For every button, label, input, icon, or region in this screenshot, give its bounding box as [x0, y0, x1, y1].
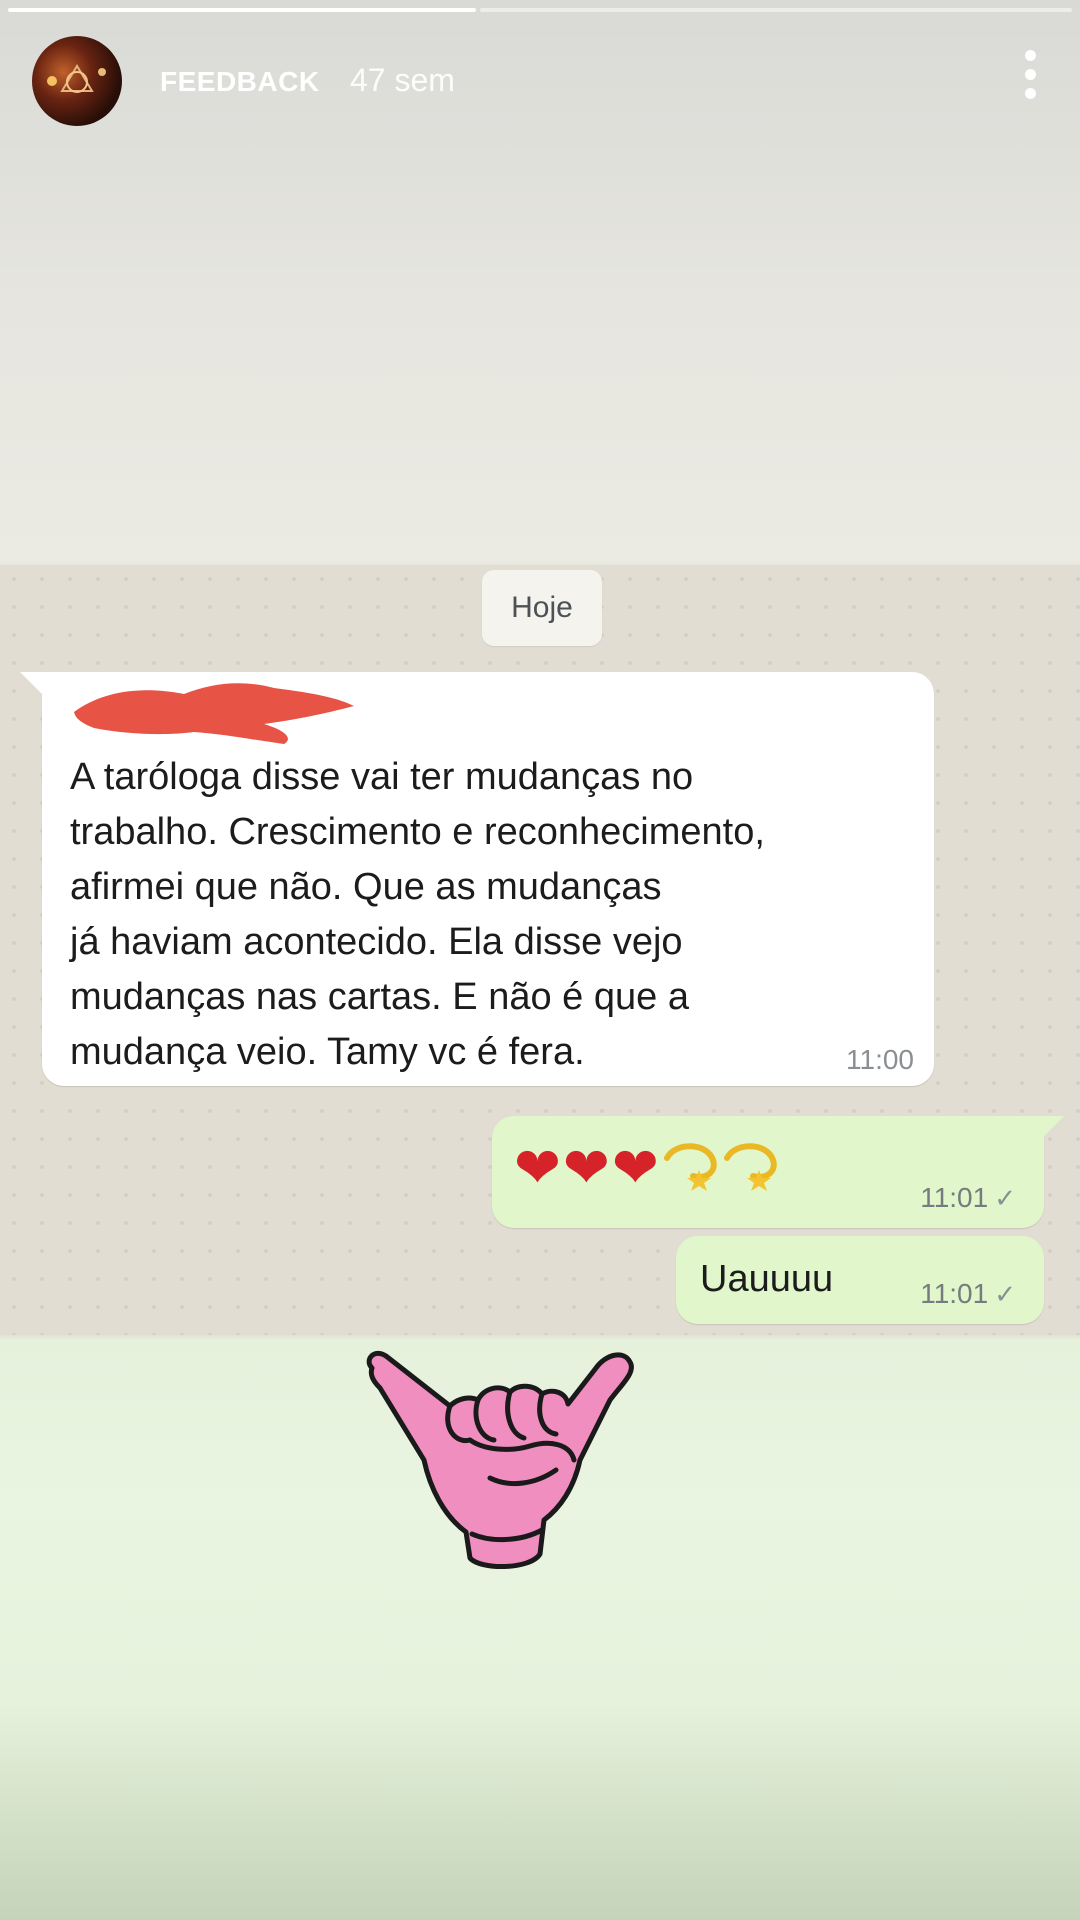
story-header: FEEDBACK 47 sem [32, 36, 1048, 126]
avatar[interactable] [32, 36, 122, 126]
shaka-hand-icon[interactable] [360, 1348, 670, 1574]
sent-check-icon: ✓ [994, 1183, 1016, 1213]
bubble-tail [1044, 1116, 1064, 1136]
message-time: 11:00 [846, 1044, 914, 1075]
sent-check-icon: ✓ [994, 1279, 1016, 1309]
post-time: 47 sem [350, 62, 455, 98]
dizzy-emoji-icon [661, 1136, 721, 1196]
message-time-row: 11:01 ✓ [920, 1182, 1016, 1214]
heart-emoji-icon: ❤ [611, 1136, 661, 1199]
redacted-sender-name [74, 683, 354, 744]
account-name[interactable]: FEEDBACK [160, 66, 320, 98]
heart-emoji-icon: ❤ [562, 1136, 612, 1199]
message-text: Uauuuu [700, 1258, 834, 1300]
message-time: 11:01 [920, 1278, 989, 1309]
incoming-message-bubble: A taróloga disse vai ter mudanças no tra… [20, 672, 934, 1086]
story-progress-bar [8, 8, 1072, 12]
dizzy-emoji-icon [721, 1136, 781, 1196]
message-time: 11:01 [920, 1182, 989, 1213]
heart-emoji-icon: ❤ [514, 1136, 563, 1199]
date-chip: Hoje [482, 570, 602, 646]
outgoing-message-bubble: Uauuuu 11:01 ✓ [676, 1236, 1044, 1324]
message-text: A taróloga disse vai ter mudanças no tra… [70, 756, 765, 1073]
outgoing-message-bubble: ❤❤❤ 11:01 ✓ [492, 1116, 1064, 1228]
bubble-tail [20, 672, 42, 694]
emoji-message: ❤❤❤ [514, 1136, 781, 1200]
message-time-row: 11:01 ✓ [920, 1278, 1016, 1310]
more-options-icon[interactable] [1012, 50, 1048, 110]
story-progress-remaining [480, 8, 1072, 12]
story-progress-fill [8, 8, 476, 12]
